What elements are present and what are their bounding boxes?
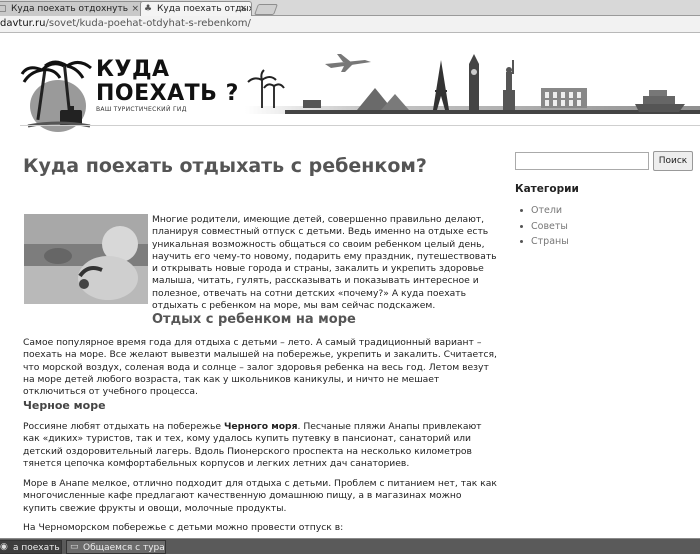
statue-of-liberty-icon bbox=[503, 60, 515, 110]
tab-kuda-poehat-otdohnut[interactable]: ▢ Куда поехать отдохнуть × bbox=[0, 1, 144, 16]
section-heading-black-sea: Черное море bbox=[23, 399, 106, 412]
paragraph-text: Россияне любят отдыхать на побережье bbox=[23, 421, 224, 432]
tab-label: Куда поехать отдохнуть bbox=[11, 4, 129, 14]
folder-icon: ▭ bbox=[70, 542, 79, 552]
pyramid-icon bbox=[357, 88, 409, 110]
taskbar-item-label: а поехать отд... bbox=[13, 543, 61, 553]
colosseum-icon bbox=[541, 88, 587, 108]
big-ben-icon bbox=[469, 54, 479, 110]
taskbar-item-label: Общаемся с тура... bbox=[83, 543, 166, 553]
paragraph-anapa: Море в Анапе мелкое, отлично подходит дл… bbox=[23, 478, 497, 514]
categories-heading: Категории bbox=[515, 183, 579, 195]
page-icon: ▢ bbox=[0, 4, 8, 14]
logo-title-line2: ПОЕХАТЬ ? bbox=[96, 81, 239, 106]
tab-kuda-poehat-otdyhat[interactable]: ♣ Куда поехать отдыхать × bbox=[140, 1, 252, 16]
category-link[interactable]: Страны bbox=[520, 234, 569, 250]
logo-title-line1: КУДА bbox=[96, 57, 170, 82]
close-icon[interactable]: × bbox=[239, 2, 247, 16]
search-button[interactable]: Поиск bbox=[653, 151, 693, 171]
site-logo-title[interactable]: КУДА ПОЕХАТЬ ? bbox=[96, 58, 239, 106]
url-text[interactable]: davtur.ru/sovet/kuda-poehat-otdyhat-s-re… bbox=[0, 18, 251, 29]
site-logo-subtitle: ВАШ ТУРИСТИЧЕСКИЙ ГИД bbox=[96, 106, 187, 113]
cruise-ship-icon bbox=[635, 90, 685, 112]
paragraph-summer: Самое популярное время года для отдыха с… bbox=[23, 337, 497, 398]
child-on-beach-photo bbox=[24, 214, 148, 304]
article-title: Куда поехать отдыхать с ребенком? bbox=[23, 155, 427, 177]
bullet-icon bbox=[520, 240, 523, 243]
taskbar-item-browser[interactable]: ◉ а поехать отд... bbox=[0, 540, 62, 554]
airplane-icon bbox=[325, 54, 371, 72]
url-path: /sovet/kuda-poehat-otdyhat-s-rebenkom/ bbox=[45, 18, 251, 29]
article-intro: Многие родители, имеющие детей, совершен… bbox=[152, 214, 497, 312]
category-label: Отели bbox=[531, 205, 563, 216]
category-label: Советы bbox=[531, 220, 568, 232]
black-sea-link[interactable]: Черного моря bbox=[224, 421, 298, 432]
palm-island-logo-icon[interactable] bbox=[20, 54, 95, 134]
category-link[interactable]: Советы bbox=[520, 219, 569, 235]
section-heading-sea: Отдых с ребенком на море bbox=[152, 312, 356, 327]
browser-icon: ◉ bbox=[0, 542, 8, 552]
tab-label: Куда поехать отдыхать bbox=[157, 4, 251, 14]
browser-tab-bar: ▢ Куда поехать отдохнуть × ♣ Куда поехат… bbox=[0, 0, 700, 16]
category-link[interactable]: Отели bbox=[520, 203, 569, 219]
address-bar[interactable]: davtur.ru/sovet/kuda-poehat-otdyhat-s-re… bbox=[0, 16, 700, 33]
site-header: КУДА ПОЕХАТЬ ? ВАШ ТУРИСТИЧЕСКИЙ ГИД bbox=[0, 34, 700, 134]
search-input[interactable] bbox=[515, 152, 649, 170]
category-label: Страны bbox=[531, 236, 569, 247]
header-divider bbox=[20, 125, 700, 126]
os-taskbar: ◉ а поехать отд... ▭ Общаемся с тура... bbox=[0, 538, 700, 554]
paragraph-black-sea: Россияне любят отдыхать на побережье Чер… bbox=[23, 421, 498, 470]
url-host: davtur.ru bbox=[0, 18, 46, 29]
close-icon[interactable]: × bbox=[131, 2, 139, 16]
palm-tree-icon bbox=[247, 69, 285, 108]
paragraph-black-sea-options: На Черноморском побережье с детьми можно… bbox=[23, 522, 344, 533]
bus-icon bbox=[303, 100, 321, 108]
taskbar-item-folder[interactable]: ▭ Общаемся с тура... bbox=[66, 540, 166, 554]
categories-list: Отели Советы Страны bbox=[520, 203, 569, 250]
bullet-icon bbox=[520, 224, 523, 228]
travel-skyline-banner bbox=[245, 54, 700, 114]
eiffel-tower-icon bbox=[433, 60, 449, 110]
bullet-icon bbox=[520, 209, 523, 212]
palm-icon: ♣ bbox=[144, 4, 153, 14]
new-tab-button[interactable] bbox=[253, 4, 279, 15]
